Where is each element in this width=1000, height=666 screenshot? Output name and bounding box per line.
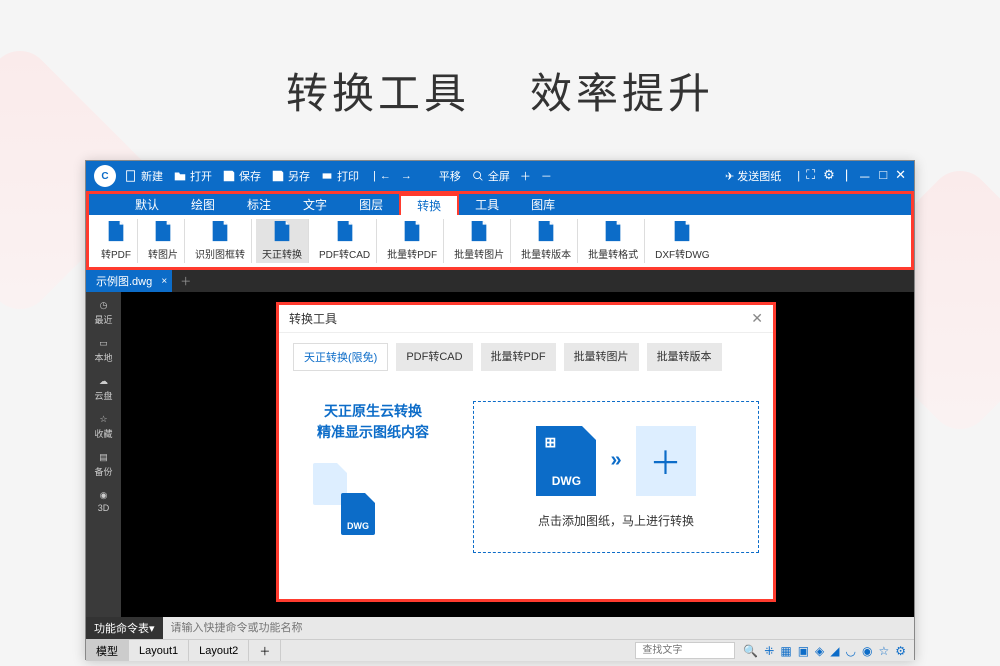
command-input[interactable] (163, 622, 914, 634)
sidebar-收藏[interactable]: ☆收藏 (94, 414, 112, 440)
app-logo: C (94, 165, 116, 187)
ribbon-批量转格式[interactable]: 批量转格式 (582, 219, 645, 263)
sidebar-本地[interactable]: ▭本地 (94, 338, 112, 364)
menu-转换[interactable]: 转换 (399, 194, 459, 215)
menu-工具[interactable]: 工具 (459, 194, 515, 215)
dialog-tab-2[interactable]: 批量转PDF (481, 343, 556, 371)
ribbon-批量转版本[interactable]: 批量转版本 (515, 219, 578, 263)
promo-graphic (293, 453, 453, 553)
sidebar-备份[interactable]: ▤备份 (94, 452, 112, 478)
search-icon[interactable]: 🔍 (743, 644, 758, 658)
app-window: C 新建 打开 保存 另存 打印 | ← → 平移 全屏 ＋ － ✈ 发送图纸 … (85, 160, 915, 660)
sidebar-3D[interactable]: ◉3D (98, 490, 110, 513)
ribbon-DXF转DWG[interactable]: DXF转DWG (649, 219, 715, 263)
ribbon-PDF转CAD[interactable]: PDF转CAD (313, 219, 377, 263)
dialog-tabs: 天正转换(限免) PDF转CAD 批量转PDF 批量转图片批量转版本 (279, 333, 773, 381)
promo-panel: 天正原生云转换 精准显示图纸内容 (293, 401, 453, 553)
dialog-title: 转换工具 (289, 310, 337, 327)
ribbon-天正转换[interactable]: 天正转换 (256, 219, 309, 263)
sidebar-云盘[interactable]: ☁云盘 (94, 376, 112, 402)
ortho-icon[interactable]: ▣ (798, 644, 809, 658)
arrow-icon: » (610, 449, 621, 472)
drop-area[interactable]: DWG » ＋ 点击添加图纸，马上进行转换 (473, 401, 759, 553)
maximize-button[interactable]: □ (879, 167, 887, 186)
dialog-tab-1[interactable]: PDF转CAD (396, 343, 472, 371)
star-icon[interactable]: ☆ (878, 644, 889, 658)
add-layout-button[interactable]: ＋ (249, 640, 281, 661)
zoomin-button[interactable]: ＋ (520, 168, 531, 184)
dialog-tab-3[interactable]: 批量转图片 (564, 343, 639, 371)
layout-tab-Layout2[interactable]: Layout2 (189, 640, 249, 661)
hero-title: 转换工具效率提升 (0, 0, 1000, 161)
search-input[interactable] (635, 642, 735, 659)
menu-默认[interactable]: 默认 (119, 194, 175, 215)
ribbon-toolbar: 转PDF转图片识别图框转天正转换PDF转CAD批量转PDF批量转图片批量转版本批… (86, 215, 914, 270)
redo-button[interactable]: → (401, 170, 412, 182)
dwg-file-icon: DWG (536, 426, 596, 496)
file-tab[interactable]: 示例图.dwg× (86, 270, 172, 292)
drawing-canvas[interactable]: 转换工具 ✕ 天正转换(限免) PDF转CAD 批量转PDF 批量转图片批量转版本 天… (121, 292, 914, 617)
arc-icon[interactable]: ◡ (846, 644, 856, 658)
layout-tab-Layout1[interactable]: Layout1 (129, 640, 189, 661)
undo-button[interactable]: ← (380, 170, 391, 182)
zoomout-button[interactable]: － (541, 168, 552, 184)
open-button[interactable]: 打开 (173, 168, 212, 184)
ribbon-转图片[interactable]: 转图片 (142, 219, 185, 263)
minimize-button[interactable]: － (858, 167, 871, 186)
expand-icon[interactable]: ⛶ (806, 167, 815, 186)
color-icon[interactable]: ◉ (862, 644, 872, 658)
settings-icon[interactable]: ⚙ (823, 167, 835, 186)
command-label[interactable]: 功能命令表 ▾ (86, 617, 163, 639)
angle-icon[interactable]: ◢ (830, 644, 839, 658)
layout-tab-模型[interactable]: 模型 (86, 640, 129, 661)
settings2-icon[interactable]: ⚙ (895, 644, 906, 658)
titlebar: C 新建 打开 保存 另存 打印 | ← → 平移 全屏 ＋ － ✈ 发送图纸 … (86, 161, 914, 191)
menu-文字[interactable]: 文字 (287, 194, 343, 215)
send-drawing-button[interactable]: ✈ 发送图纸 (725, 168, 781, 184)
menubar: 默认绘图标注文字图层转换工具图库 (86, 191, 914, 215)
drop-hint-text: 点击添加图纸，马上进行转换 (538, 512, 694, 529)
menu-绘图[interactable]: 绘图 (175, 194, 231, 215)
ribbon-批量转PDF[interactable]: 批量转PDF (381, 219, 444, 263)
command-bar: 功能命令表 ▾ (86, 617, 914, 639)
add-file-button[interactable]: ＋ (636, 426, 696, 496)
ribbon-转PDF[interactable]: 转PDF (95, 219, 138, 263)
dialog-close-button[interactable]: ✕ (751, 310, 763, 327)
left-sidebar: ◷最近 ▭本地 ☁云盘 ☆收藏 ▤备份 ◉3D (86, 292, 121, 617)
print-button[interactable]: 打印 (320, 168, 359, 184)
dialog-tab-4[interactable]: 批量转版本 (647, 343, 722, 371)
convert-dialog: 转换工具 ✕ 天正转换(限免) PDF转CAD 批量转PDF 批量转图片批量转版本 天… (276, 302, 776, 602)
sidebar-最近[interactable]: ◷最近 (94, 300, 112, 326)
dialog-tab-0[interactable]: 天正转换(限免) (293, 343, 388, 371)
menu-图层[interactable]: 图层 (343, 194, 399, 215)
document-tabs: 示例图.dwg× ＋ (86, 270, 914, 292)
fullscreen-button[interactable]: 全屏 (471, 168, 510, 184)
workspace: ◷最近 ▭本地 ☁云盘 ☆收藏 ▤备份 ◉3D 转换工具 ✕ 天正转换(限免) PDF转CA… (86, 292, 914, 617)
new-button[interactable]: 新建 (124, 168, 163, 184)
ribbon-识别图框转[interactable]: 识别图框转 (189, 219, 252, 263)
close-button[interactable]: ✕ (895, 167, 906, 186)
saveas-button[interactable]: 另存 (271, 168, 310, 184)
menu-图库[interactable]: 图库 (515, 194, 571, 215)
save-button[interactable]: 保存 (222, 168, 261, 184)
grid-icon[interactable]: ▦ (780, 644, 791, 658)
snap-icon[interactable]: ⁜ (764, 644, 774, 658)
menu-标注[interactable]: 标注 (231, 194, 287, 215)
close-tab-icon[interactable]: × (161, 276, 167, 287)
ribbon-批量转图片[interactable]: 批量转图片 (448, 219, 511, 263)
layer-icon[interactable]: ◈ (815, 644, 824, 658)
pan-button[interactable]: 平移 (422, 168, 461, 184)
add-tab-button[interactable]: ＋ (172, 273, 199, 289)
statusbar: 模型Layout1Layout2 ＋ 🔍 ⁜ ▦ ▣ ◈ ◢ ◡ ◉ ☆ ⚙ (86, 639, 914, 661)
